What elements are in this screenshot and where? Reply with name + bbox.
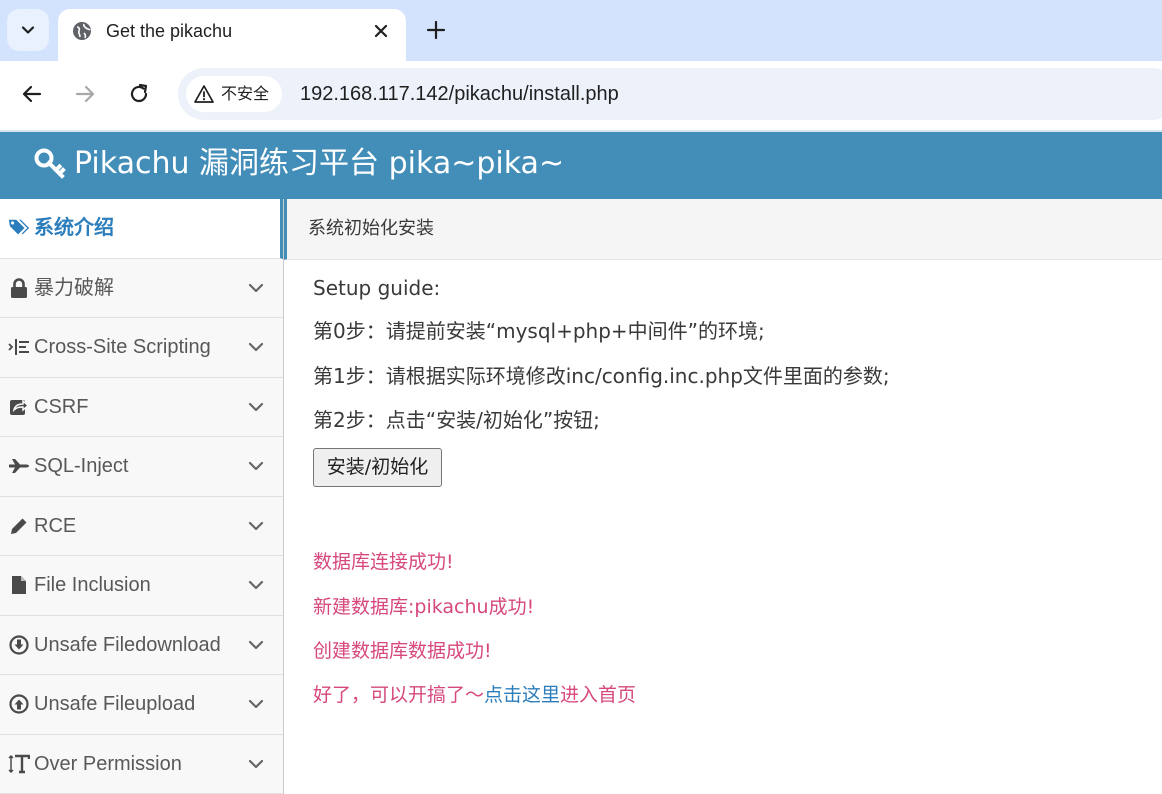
text-height-icon bbox=[8, 753, 30, 775]
sidebar-item-sql-inject[interactable]: SQL-Inject bbox=[0, 437, 283, 497]
plane-icon bbox=[8, 455, 30, 477]
site-header: Pikachu 漏洞练习平台 pika~pika~ bbox=[0, 130, 1162, 199]
setup-step-2: 第2步：点击“安装/初始化”按钮; bbox=[313, 408, 600, 432]
list-indent-icon bbox=[8, 336, 30, 358]
sidebar-item-brute-force[interactable]: 暴力破解 bbox=[0, 258, 283, 318]
sidebar-item-rce[interactable]: RCE bbox=[0, 496, 283, 556]
sidebar-item-label: File Inclusion bbox=[34, 574, 151, 597]
sidebar-item-label: Cross-Site Scripting bbox=[34, 336, 211, 359]
forward-arrow-icon[interactable] bbox=[72, 81, 98, 107]
browser-tab-strip: Get the pikachu bbox=[0, 0, 1162, 61]
sidebar-item-over-permission[interactable]: Over Permission bbox=[0, 734, 283, 794]
close-icon[interactable] bbox=[370, 20, 392, 42]
site-brand[interactable]: Pikachu 漏洞练习平台 pika~pika~ bbox=[34, 146, 564, 182]
install-init-button[interactable]: 安装/初始化 bbox=[313, 448, 442, 487]
chevron-down-icon[interactable] bbox=[246, 398, 266, 416]
lock-icon bbox=[8, 277, 30, 299]
chevron-down-icon[interactable] bbox=[246, 517, 266, 535]
tab-search-button[interactable] bbox=[7, 9, 49, 51]
sidebar-item-label: SQL-Inject bbox=[34, 455, 129, 478]
chevron-down-icon[interactable] bbox=[246, 457, 266, 475]
sidebar-item-label: CSRF bbox=[34, 395, 89, 418]
tags-icon bbox=[8, 217, 30, 239]
browser-toolbar: 不安全 192.168.117.142/pikachu/install.php bbox=[0, 61, 1162, 130]
db-connect-message: 数据库连接成功! bbox=[313, 551, 454, 573]
share-box-icon bbox=[8, 396, 30, 418]
back-arrow-icon[interactable] bbox=[19, 81, 45, 107]
sidebar-item-unsafe-filedownload[interactable]: Unsafe Filedownload bbox=[0, 615, 283, 675]
warning-triangle-icon bbox=[194, 85, 214, 103]
sidebar-item-label: Over Permission bbox=[34, 752, 182, 775]
setup-step-0: 第0步：请提前安装“mysql+php+中间件”的环境; bbox=[313, 319, 765, 343]
chevron-down-icon[interactable] bbox=[246, 755, 266, 773]
setup-guide-heading: Setup guide: bbox=[313, 276, 441, 300]
chevron-down-icon[interactable] bbox=[246, 279, 266, 297]
chevron-down-icon[interactable] bbox=[246, 636, 266, 654]
chevron-down-icon[interactable] bbox=[246, 695, 266, 713]
chevron-down-icon[interactable] bbox=[246, 576, 266, 594]
setup-step-1: 第1步：请根据实际环境修改inc/config.inc.php文件里面的参数; bbox=[313, 364, 890, 388]
pencil-icon bbox=[8, 515, 30, 537]
key-icon bbox=[34, 148, 66, 179]
sidebar: 系统介绍 暴力破解 Cross-Site Scripting CSRF SQL-… bbox=[0, 199, 284, 794]
browser-tab[interactable]: Get the pikachu bbox=[58, 9, 406, 61]
tab-title: Get the pikachu bbox=[106, 21, 233, 41]
sidebar-item-file-inclusion[interactable]: File Inclusion bbox=[0, 556, 283, 616]
sidebar-item-unsafe-fileupload[interactable]: Unsafe Fileupload bbox=[0, 675, 283, 735]
site-title: Pikachu 漏洞练习平台 pika~pika~ bbox=[74, 146, 565, 181]
sidebar-item-label: Unsafe Filedownload bbox=[34, 633, 221, 656]
done-message-suffix: 进入首页 bbox=[560, 684, 637, 706]
reload-icon[interactable] bbox=[126, 81, 152, 107]
sidebar-item-label: 系统介绍 bbox=[34, 217, 114, 240]
sidebar-item-label: Unsafe Fileupload bbox=[34, 693, 196, 716]
sidebar-item-csrf[interactable]: CSRF bbox=[0, 377, 283, 437]
db-create-message: 新建数据库:pikachu成功! bbox=[313, 596, 535, 618]
security-chip[interactable]: 不安全 bbox=[186, 76, 282, 112]
sidebar-item-label: 暴力破解 bbox=[34, 276, 114, 299]
address-bar[interactable]: 不安全 192.168.117.142/pikachu/install.php bbox=[178, 68, 1162, 120]
sidebar-item-label: RCE bbox=[34, 514, 77, 537]
security-label: 不安全 bbox=[221, 84, 270, 103]
done-message-prefix: 好了，可以开搞了～ bbox=[313, 684, 485, 706]
sidebar-item-intro[interactable]: 系统介绍 bbox=[0, 199, 283, 259]
file-icon bbox=[8, 574, 30, 596]
sidebar-item-xss[interactable]: Cross-Site Scripting bbox=[0, 318, 283, 378]
globe-icon bbox=[73, 22, 91, 40]
done-message: 好了，可以开搞了～点击这里进入首页 bbox=[313, 682, 636, 708]
new-tab-plus-icon[interactable] bbox=[424, 18, 448, 42]
upload-circle-icon bbox=[8, 693, 30, 715]
chevron-down-icon[interactable] bbox=[246, 338, 266, 356]
chevron-down-icon bbox=[21, 26, 35, 34]
breadcrumb-current: 系统初始化安装 bbox=[308, 218, 434, 239]
url-text[interactable]: 192.168.117.142/pikachu/install.php bbox=[300, 82, 619, 106]
breadcrumb: 系统初始化安装 bbox=[284, 199, 1162, 260]
home-link[interactable]: 点击这里 bbox=[484, 684, 560, 706]
data-create-message: 创建数据库数据成功! bbox=[313, 640, 492, 662]
download-circle-icon bbox=[8, 634, 30, 656]
